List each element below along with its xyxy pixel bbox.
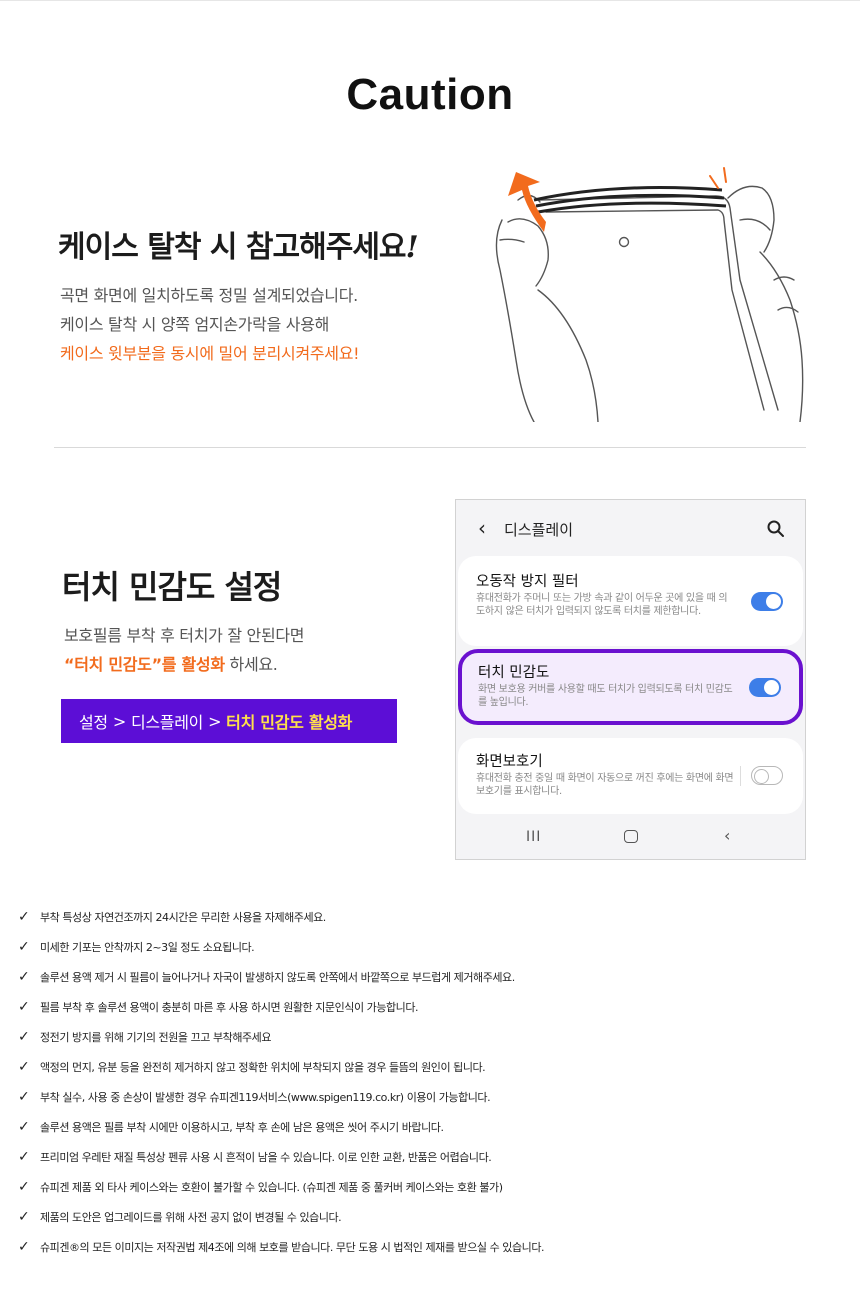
caution-text: 미세한 기포는 안착까지 2~3일 정도 소요됩니다. [40,941,255,954]
home-icon[interactable] [624,830,638,843]
phone-settings-mockup: ‹ 디스플레이 오동작 방지 필터 휴대전화가 주머니 또는 가방 속과 같이 … [455,499,806,860]
case-removal-heading-text: 케이스 탈착 시 참고해주세요 [58,230,407,265]
caution-text: 슈피겐®의 모든 이미지는 저작권법 제4조에 의해 보호를 받습니다. 무단 … [40,1241,545,1254]
case-removal-line-3: 케이스 윗부분을 동시에 밀어 분리시켜주세요! [60,344,360,363]
page-title: Caution [346,70,514,119]
heading-exclamation: ! [405,230,419,265]
back-icon[interactable]: ‹ [724,826,730,845]
list-item: ✓ 필름 부착 후 솔루션 용액이 충분히 마른 후 사용 하시면 원활한 지문인… [18,992,858,1022]
caution-text: 액정의 먼지, 유분 등을 완전히 제거하지 않고 정확한 위치에 부착되지 않… [40,1061,486,1074]
check-icon: ✓ [18,999,30,1015]
toggle-switch-on[interactable] [749,678,781,697]
caution-text: 솔루션 용액 제거 시 필름이 늘어나거나 자국이 발생하지 않도록 안쪽에서 … [40,971,515,984]
phone-navigation-bar: III ‹ [456,826,805,850]
check-icon: ✓ [18,909,30,925]
check-icon: ✓ [18,1119,30,1135]
check-icon: ✓ [18,1029,30,1045]
check-icon: ✓ [18,1059,30,1075]
caution-text: 제품의 도안은 업그레이드를 위해 사전 공지 없이 변경될 수 있습니다. [40,1211,342,1224]
caution-text: 프리미엄 우레탄 재질 특성상 펜류 사용 시 흔적이 남을 수 있습니다. 이… [40,1151,492,1164]
check-icon: ✓ [18,1149,30,1165]
case-removal-illustration [495,167,804,422]
caution-text: 부착 실수, 사용 중 손상이 발생한 경우 슈피겐119서비스(www.spi… [40,1091,491,1104]
case-removal-line-2: 케이스 탈착 시 양쪽 엄지손가락을 사용해 [60,315,330,334]
list-item: ✓ 부착 특성상 자연건조까지 24시간은 무리한 사용을 자제해주세요. [18,902,858,932]
setting-screen-saver[interactable]: 화면보호기 휴대전화 충전 중일 때 화면이 자동으로 꺼진 후에는 화면에 화… [458,738,803,814]
section-divider [54,447,806,448]
recent-apps-icon[interactable]: III [526,829,541,845]
search-icon[interactable] [765,518,787,540]
chevron-left-icon[interactable]: ‹ [478,516,486,540]
caution-text: 정전기 방지를 위해 기기의 전원을 끄고 부착해주세요 [40,1031,272,1044]
check-icon: ✓ [18,939,30,955]
caution-text: 부착 특성상 자연건조까지 24시간은 무리한 사용을 자제해주세요. [40,911,326,924]
setting-title: 화면보호기 [476,754,543,770]
path-touch-sensitivity: 터치 민감도 활성화 [226,713,353,732]
toggle-divider [740,766,741,786]
phone-header: ‹ 디스플레이 [456,514,805,544]
top-divider [0,0,860,1]
list-item: ✓ 슈피겐 제품 외 타사 케이스와는 호환이 불가할 수 있습니다. (슈피겐 … [18,1172,858,1202]
toggle-switch-off[interactable] [751,766,783,785]
setting-accidental-touch[interactable]: 오동작 방지 필터 휴대전화가 주머니 또는 가방 속과 같이 어두운 곳에 있… [458,556,803,646]
list-item: ✓ 솔루션 용액은 필름 부착 시에만 이용하시고, 부착 후 손에 남은 용액은… [18,1112,858,1142]
list-item: ✓ 부착 실수, 사용 중 손상이 발생한 경우 슈피겐119서비스(www.sp… [18,1082,858,1112]
path-settings: 설정 [79,713,108,732]
list-item: ✓ 액정의 먼지, 유분 등을 완전히 제거하지 않고 정확한 위치에 부착되지 … [18,1052,858,1082]
path-display: 디스플레이 [130,713,204,732]
list-item: ✓ 미세한 기포는 안착까지 2~3일 정도 소요됩니다. [18,932,858,962]
check-icon: ✓ [18,1179,30,1195]
touch-sensitivity-highlight: “터치 민감도”를 활성화 [64,655,225,674]
list-item: ✓ 슈피겐®의 모든 이미지는 저작권법 제4조에 의해 보호를 받습니다. 무단… [18,1232,858,1262]
check-icon: ✓ [18,1239,30,1255]
path-separator-2: > [208,711,222,731]
path-separator-1: > [112,711,126,731]
setting-description: 휴대전화 충전 중일 때 화면이 자동으로 꺼진 후에는 화면에 화면보호기를 … [476,773,734,797]
caution-list: ✓ 부착 특성상 자연건조까지 24시간은 무리한 사용을 자제해주세요. ✓ 미세… [18,902,858,1262]
case-removal-line-1: 곡면 화면에 일치하도록 정밀 설계되었습니다. [60,286,358,305]
case-removal-heading: 케이스 탈착 시 참고해주세요! [58,222,419,266]
check-icon: ✓ [18,1209,30,1225]
setting-title: 터치 민감도 [478,665,550,681]
touch-sensitivity-heading: 터치 민감도 설정 [62,568,282,606]
setting-description: 화면 보호용 커버를 사용할 때도 터치가 입력되도록 터치 민감도를 높입니다… [478,684,733,708]
touch-sensitivity-line-1: 보호필름 부착 후 터치가 잘 안된다면 [64,626,305,645]
settings-path-bar: 설정 > 디스플레이 > 터치 민감도 활성화 [61,699,397,743]
check-icon: ✓ [18,1089,30,1105]
caution-text: 필름 부착 후 솔루션 용액이 충분히 마른 후 사용 하시면 원활한 지문인식… [40,1001,419,1014]
setting-title: 오동작 방지 필터 [476,574,579,590]
setting-touch-sensitivity[interactable]: 터치 민감도 화면 보호용 커버를 사용할 때도 터치가 입력되도록 터치 민감… [458,649,803,725]
list-item: ✓ 정전기 방지를 위해 기기의 전원을 끄고 부착해주세요 [18,1022,858,1052]
caution-text: 솔루션 용액은 필름 부착 시에만 이용하시고, 부착 후 손에 남은 용액은 … [40,1121,444,1134]
check-icon: ✓ [18,969,30,985]
phone-screen-title: 디스플레이 [504,521,574,539]
touch-sensitivity-line-2: “터치 민감도”를 활성화 하세요. [64,651,278,675]
setting-description: 휴대전화가 주머니 또는 가방 속과 같이 어두운 곳에 있을 때 의도하지 않… [476,593,728,617]
touch-sensitivity-line-2-rest: 하세요. [224,655,278,674]
list-item: ✓ 솔루션 용액 제거 시 필름이 늘어나거나 자국이 발생하지 않도록 안쪽에서… [18,962,858,992]
list-item: ✓ 제품의 도안은 업그레이드를 위해 사전 공지 없이 변경될 수 있습니다. [18,1202,858,1232]
toggle-switch-on[interactable] [751,592,783,611]
caution-text: 슈피겐 제품 외 타사 케이스와는 호환이 불가할 수 있습니다. (슈피겐 제… [40,1181,503,1194]
list-item: ✓ 프리미엄 우레탄 재질 특성상 펜류 사용 시 흔적이 남을 수 있습니다. … [18,1142,858,1172]
